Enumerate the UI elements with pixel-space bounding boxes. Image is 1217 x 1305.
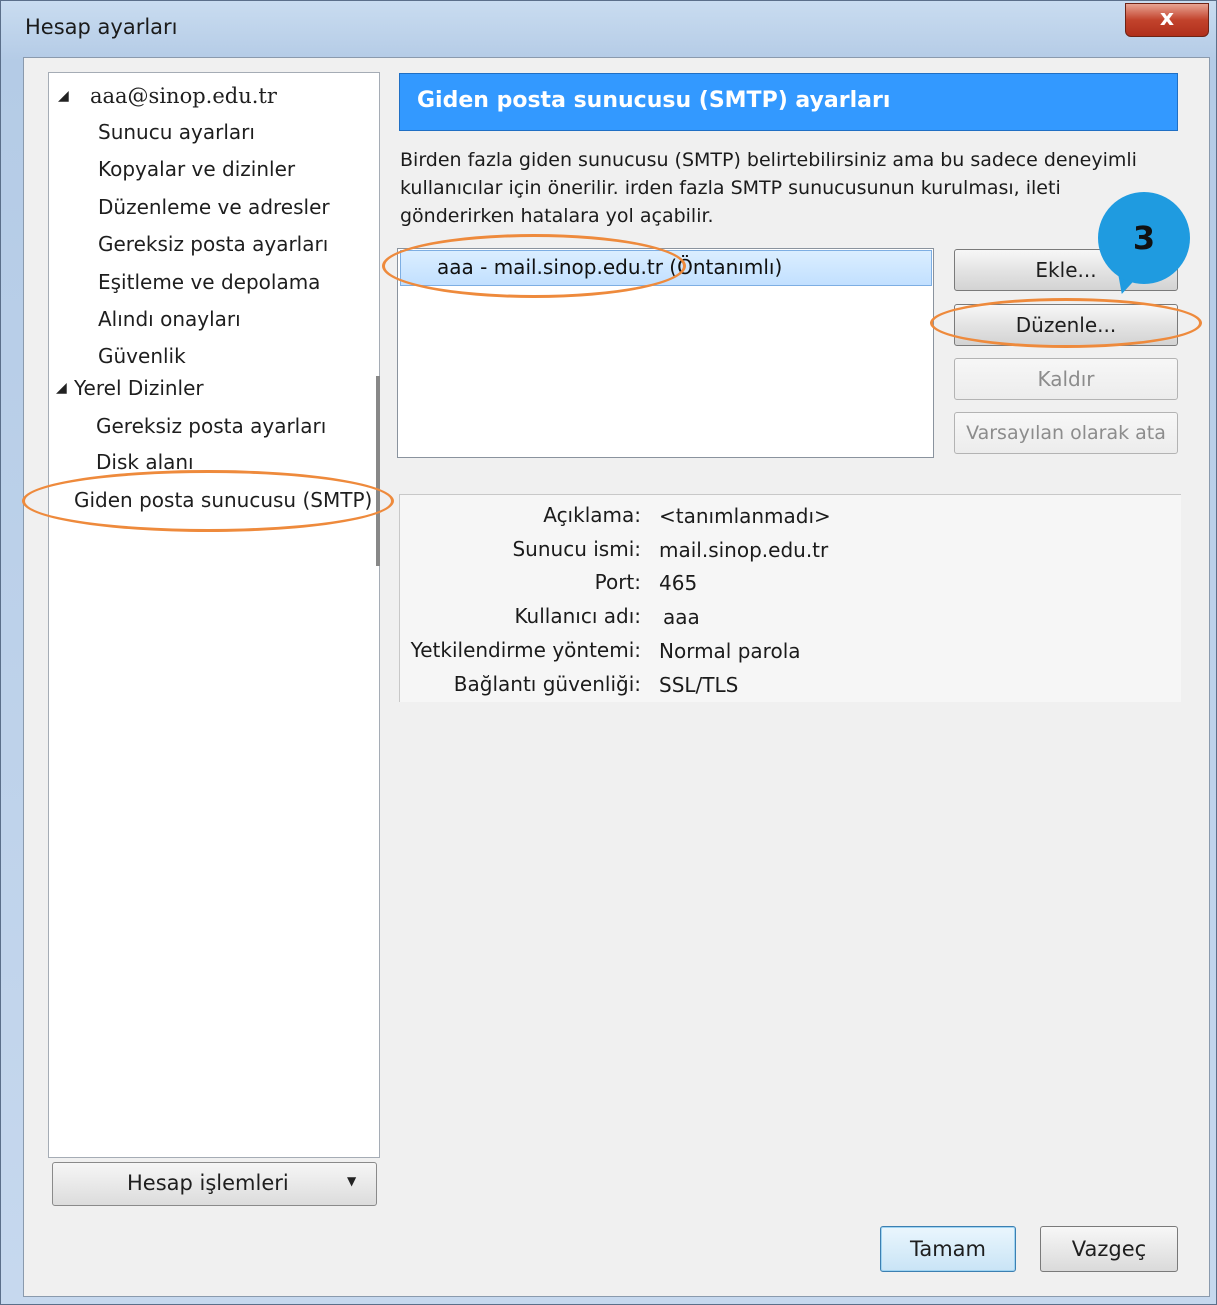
detail-value-auth-method: Normal parola [659, 639, 801, 663]
detail-label-port: Port: [594, 570, 641, 594]
detail-label-connection-security: Bağlantı güvenliği: [453, 672, 641, 696]
tree-item-server-settings[interactable]: Sunucu ayarları [98, 120, 255, 144]
detail-value-username: aaa [663, 605, 700, 629]
tree-item-composition[interactable]: Düzenleme ve adresler [98, 195, 330, 219]
tree-item-copies-folders[interactable]: Kopyalar ve dizinler [98, 157, 295, 181]
tree-item-local-junk[interactable]: Gereksiz posta ayarları [96, 414, 326, 438]
tree-item-account[interactable]: aaa@sinop.edu.tr [90, 84, 277, 108]
step-number-badge: 3 [1098, 192, 1190, 284]
window-title: Hesap ayarları [25, 15, 178, 39]
annotation-circle-smtp [22, 470, 394, 532]
panel-header: Giden posta sunucusu (SMTP) ayarları [399, 73, 1178, 131]
tree-item-security[interactable]: Güvenlik [98, 344, 186, 368]
detail-value-connection-security: SSL/TLS [659, 673, 739, 697]
close-button[interactable]: x [1125, 3, 1209, 37]
panel-description: Birden fazla giden sunucusu (SMTP) belir… [400, 149, 1137, 227]
close-icon: x [1159, 6, 1175, 31]
detail-label-description: Açıklama: [543, 503, 641, 527]
cancel-button[interactable]: Vazgeç [1040, 1226, 1178, 1272]
account-actions-label: Hesap işlemleri [127, 1171, 289, 1195]
detail-value-port: 465 [659, 571, 698, 595]
annotation-circle-server [382, 234, 686, 298]
remove-button[interactable]: Kaldır [954, 358, 1178, 400]
detail-label-server-name: Sunucu ismi: [512, 537, 641, 561]
set-default-button[interactable]: Varsayılan olarak ata [954, 412, 1178, 454]
detail-label-auth-method: Yetkilendirme yöntemi: [410, 638, 641, 662]
detail-value-description: <tanımlanmadı> [659, 504, 831, 528]
tree-item-sync-storage[interactable]: Eşitleme ve depolama [98, 270, 320, 294]
account-actions-dropdown[interactable]: Hesap işlemleri ▼ [52, 1162, 377, 1206]
tree-item-local-folders[interactable]: Yerel Dizinler [74, 376, 204, 400]
tree-scrollbar[interactable] [376, 376, 380, 566]
title-bar[interactable]: Hesap ayarları x [1, 1, 1216, 57]
annotation-circle-edit [930, 298, 1202, 348]
panel-title: Giden posta sunucusu (SMTP) ayarları [417, 88, 891, 113]
collapse-arrow-icon[interactable]: ◢ [56, 380, 67, 396]
tree-item-junk[interactable]: Gereksiz posta ayarları [98, 232, 328, 256]
tree-item-receipts[interactable]: Alındı onayları [98, 307, 241, 331]
dropdown-arrow-icon: ▼ [347, 1174, 357, 1188]
collapse-arrow-icon[interactable]: ◢ [58, 88, 69, 104]
detail-label-username: Kullanıcı adı: [514, 604, 641, 628]
detail-value-server-name: mail.sinop.edu.tr [659, 538, 829, 562]
ok-button[interactable]: Tamam [880, 1226, 1016, 1272]
